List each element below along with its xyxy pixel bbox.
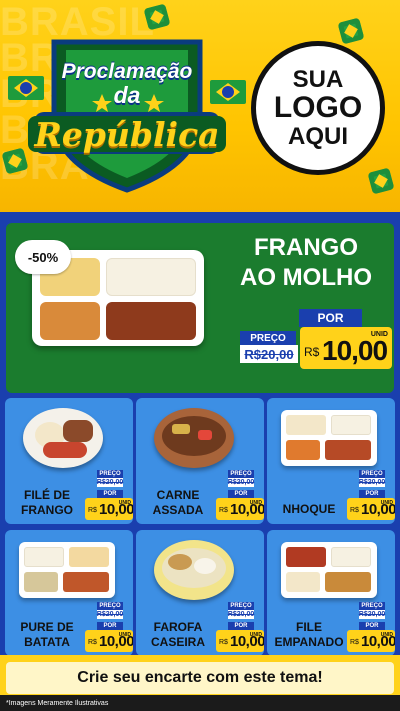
logo-text-line2: LOGO [273, 91, 363, 125]
republic-emblem: Proclamação da República [8, 24, 246, 194]
shield-icon [28, 39, 226, 193]
food-tray-image [19, 542, 115, 598]
product-card-farofa-caseira[interactable]: FAROFA CASEIRA PREÇO R$20,00 POR R$ 10,00… [136, 530, 264, 656]
preco-label: PREÇO [240, 331, 296, 345]
emblem-title-line2: da [113, 82, 141, 108]
unit-label: UNID [370, 331, 388, 338]
product-card-nhoque[interactable]: NHOQUE PREÇO R$20,00 POR R$ 10,00 UNID [267, 398, 395, 524]
food-tray-image [281, 542, 377, 598]
old-price: R$20,00 [240, 345, 298, 363]
featured-title: FRANGO AO MOLHO [226, 233, 386, 293]
featured-offer[interactable]: -50% FRANGO AO MOLHO POR PREÇO R$20,00 R… [6, 223, 394, 393]
currency-label: R$ [304, 345, 320, 359]
heart-flag-icon [337, 17, 365, 45]
product-card-file-de-frango[interactable]: FILÉ DE FRANGO PREÇO R$20,00 POR R$ 10,00… [5, 398, 133, 524]
product-name: NHOQUE [282, 502, 336, 516]
product-card-file-empanado[interactable]: FILE EMPANADO PREÇO R$20,00 POR R$ 10,00 … [267, 530, 395, 656]
featured-title-line1: FRANGO [254, 234, 358, 261]
food-bowl-image [154, 408, 234, 468]
logo-text-line3: AQUI [288, 122, 348, 150]
price-tag: PREÇO R$20,00 POR R$ 10,00 UNID [347, 468, 395, 524]
por-label: POR [299, 309, 362, 327]
price-tag: PREÇO R$20,00 POR R$ 10,00 UNID [216, 600, 264, 656]
emblem-title-line1: Proclamação [61, 60, 193, 83]
featured-title-line2: AO MOLHO [240, 264, 372, 291]
create-flyer-button[interactable]: Crie seu encarte com este tema! [6, 662, 394, 694]
emblem-title-line3: República [34, 115, 220, 154]
price-tag: PREÇO R$20,00 POR R$ 10,00 UNID [216, 468, 264, 524]
por-label: POR [97, 490, 123, 498]
logo-text-line1: SUA [292, 66, 344, 94]
product-card-carne-assada[interactable]: CARNE ASSADA PREÇO R$20,00 POR R$ 10,00 U… [136, 398, 264, 524]
new-price-box: R$ 10,00 UNID [300, 327, 392, 369]
old-price: R$20,00 [96, 478, 124, 487]
header-banner: BRASIL BRASIL BRASIL BRASIL BRASIL Procl… [0, 0, 400, 212]
disclaimer-text: *Imagens Meramente Ilustrativas [0, 695, 400, 711]
heart-flag-icon [367, 167, 395, 195]
product-name: CARNE ASSADA [152, 488, 204, 517]
new-price-box: R$ 10,00 UNID [85, 498, 133, 520]
food-bowl-image [154, 540, 234, 600]
product-name: PURE DE BATATA [20, 620, 74, 649]
discount-badge: -50% [15, 240, 71, 274]
product-card-pure-de-batata[interactable]: PURE DE BATATA PREÇO R$20,00 POR R$ 10,00… [5, 530, 133, 656]
price-tag: PREÇO R$20,00 POR R$ 10,00 UNID [85, 468, 133, 524]
product-name: FILÉ DE FRANGO [21, 488, 73, 517]
food-plate-image [23, 408, 103, 468]
price-value: 10,00 [322, 335, 388, 366]
food-tray-image [281, 410, 377, 466]
product-name: FAROFA CASEIRA [150, 620, 205, 649]
price-tag: PREÇO R$20,00 POR R$ 10,00 UNID [85, 600, 133, 656]
preco-label: PREÇO [97, 470, 123, 478]
product-name: FILE EMPANADO [274, 620, 344, 649]
featured-price-tag: POR PREÇO R$20,00 R$ 10,00 UNID [236, 309, 394, 371]
price-tag: PREÇO R$20,00 POR R$ 10,00 UNID [347, 600, 395, 656]
logo-placeholder[interactable]: SUA LOGO AQUI [251, 41, 385, 175]
